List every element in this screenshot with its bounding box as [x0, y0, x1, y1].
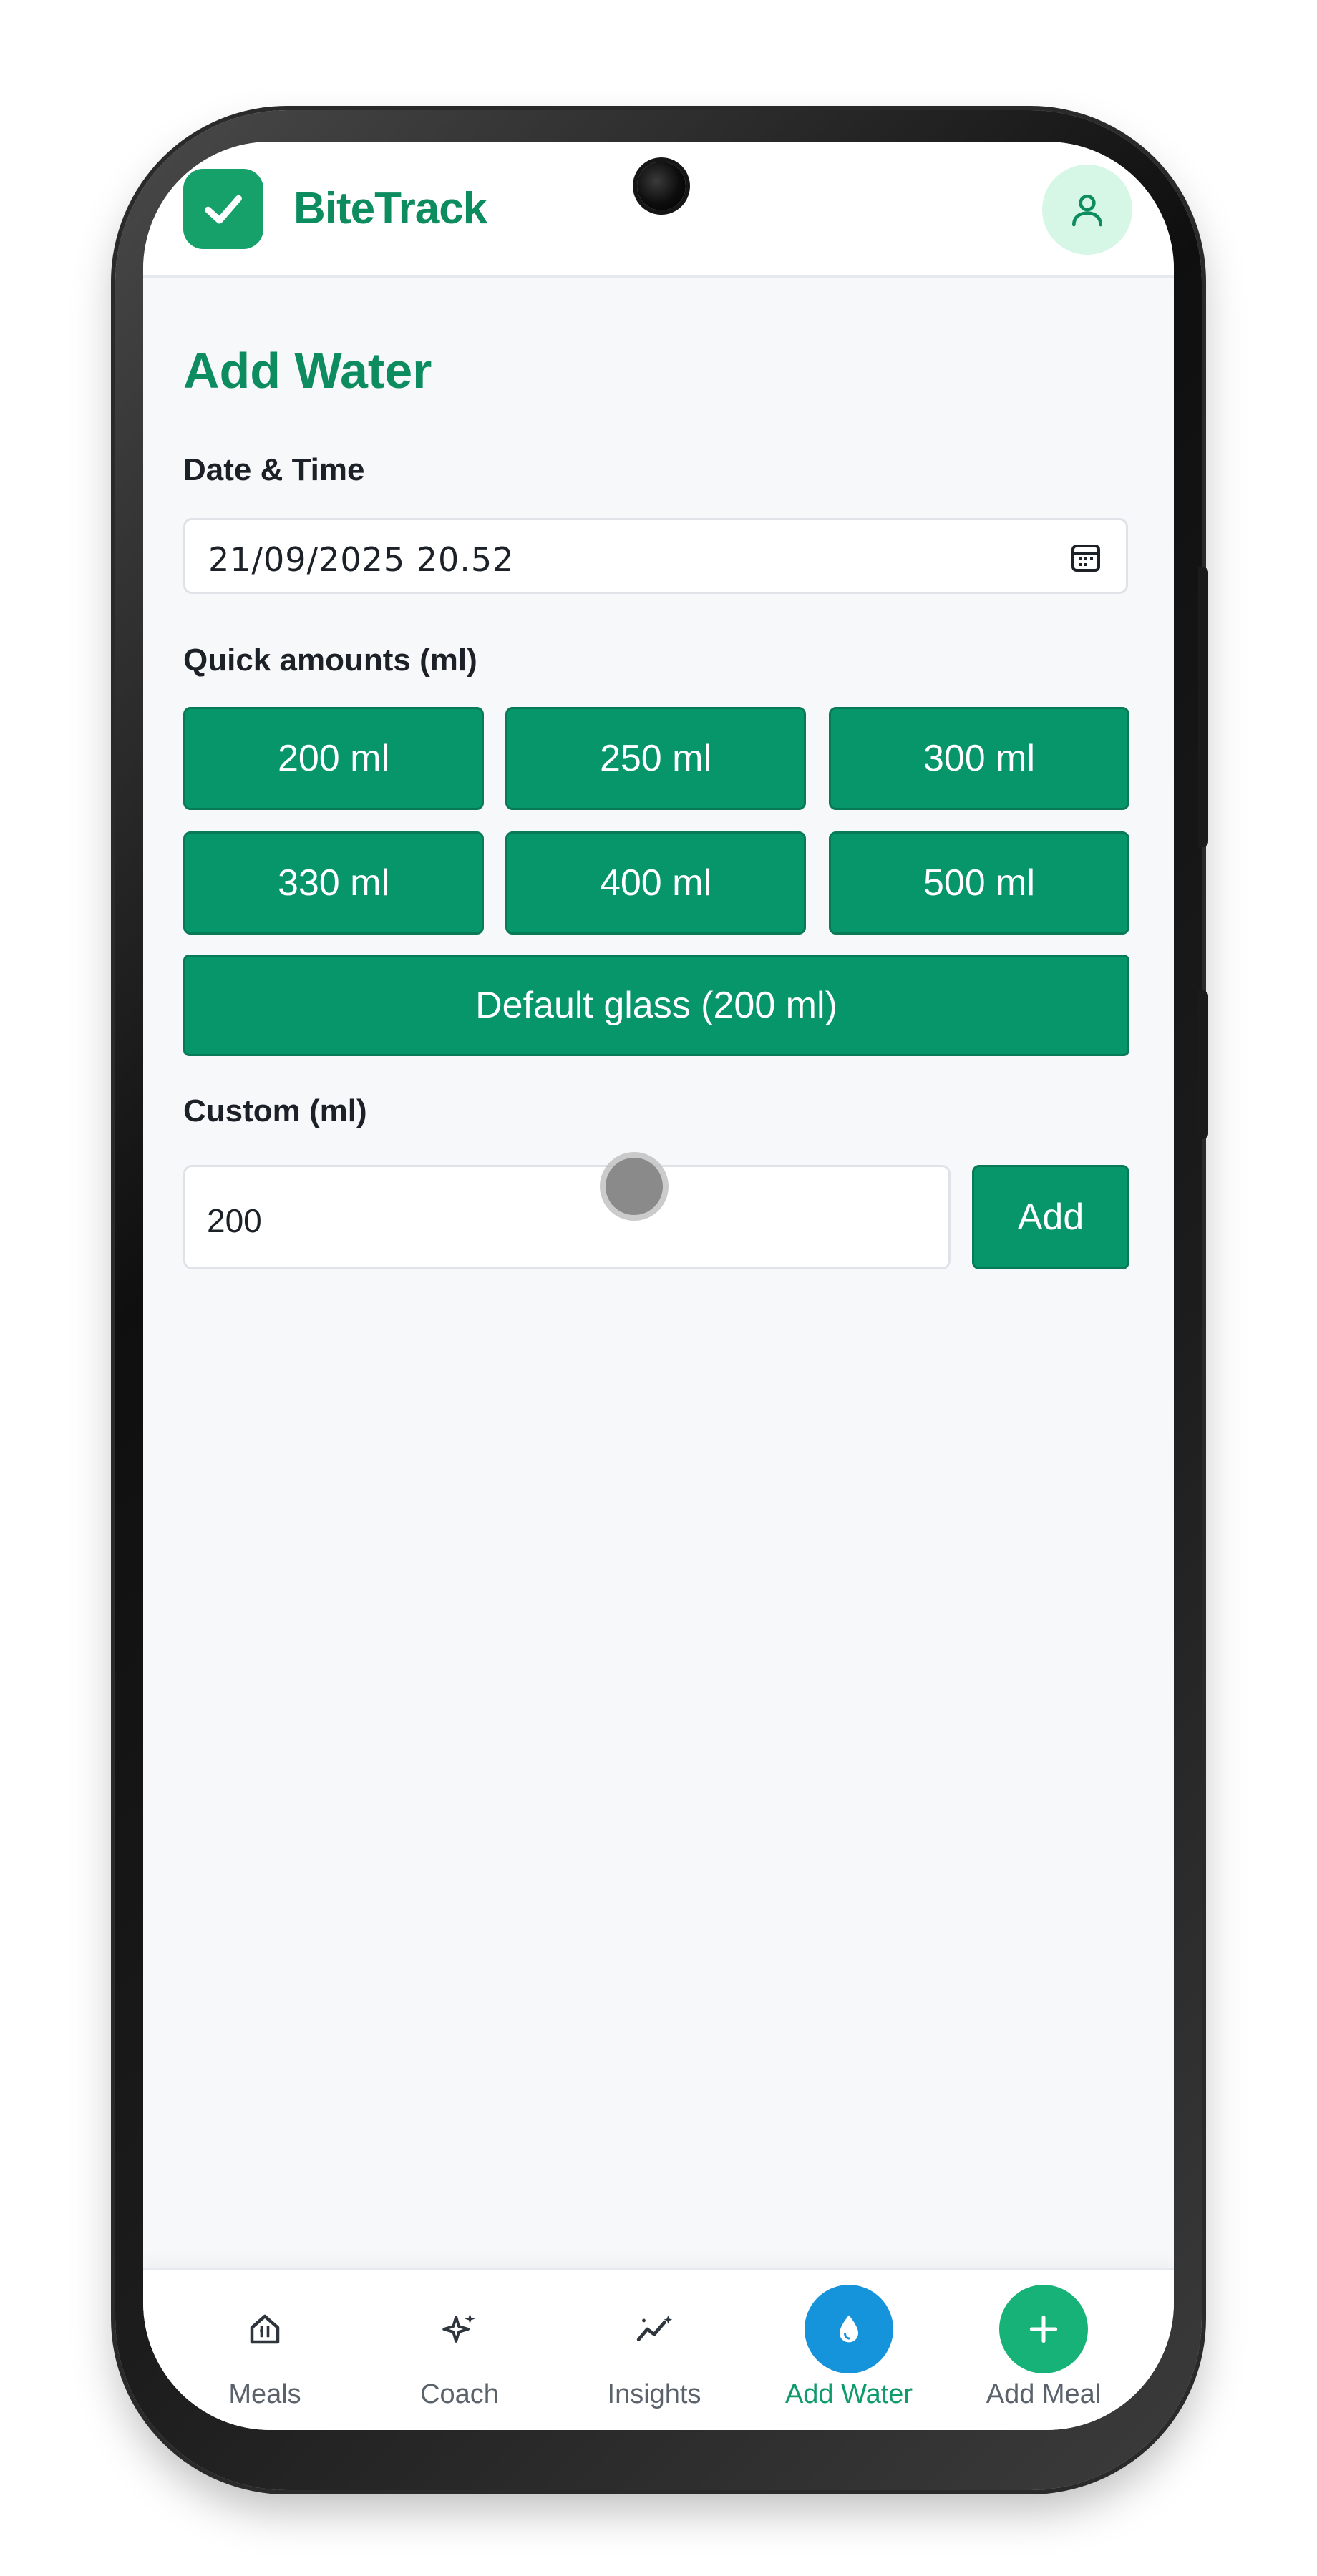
nav-coach[interactable]: Coach — [366, 2270, 553, 2430]
touch-indicator — [606, 1158, 663, 1215]
nav-label: Meals — [228, 2379, 301, 2409]
nav-insights[interactable]: Insights — [561, 2270, 747, 2430]
custom-amount-input[interactable]: 200 — [183, 1165, 951, 1269]
quick-amounts-label: Quick amounts (ml) — [183, 643, 477, 678]
nav-label: Add Meal — [986, 2379, 1102, 2409]
default-glass-button[interactable]: Default glass (200 ml) — [183, 955, 1129, 1056]
plus-icon — [999, 2285, 1088, 2373]
volume-button — [1198, 567, 1208, 847]
add-button[interactable]: Add — [972, 1165, 1129, 1269]
nav-add-meal[interactable]: Add Meal — [951, 2270, 1137, 2430]
nav-meals[interactable]: Meals — [172, 2270, 358, 2430]
power-button — [1198, 990, 1208, 1139]
quick-amount-button[interactable]: 200 ml — [183, 707, 484, 810]
custom-amount-value: 200 — [207, 1202, 262, 1239]
brand-name: BiteTrack — [293, 184, 487, 233]
home-icon — [229, 2293, 301, 2365]
nav-label: Add Water — [784, 2379, 913, 2409]
user-icon — [1072, 195, 1102, 227]
profile-button[interactable] — [1042, 165, 1132, 255]
date-time-label: Date & Time — [183, 452, 365, 487]
trend-icon — [618, 2293, 690, 2365]
nav-add-water[interactable]: Add Water — [756, 2270, 942, 2430]
page-title: Add Water — [183, 343, 432, 399]
date-time-value: 21/09/2025 20.52 — [208, 540, 515, 579]
sparkle-icon — [424, 2293, 495, 2365]
nav-label: Coach — [420, 2379, 499, 2409]
phone-screen: BiteTrack Add Water Date & Time 21/09/20… — [143, 142, 1174, 2430]
check-badge-icon[interactable] — [183, 169, 263, 249]
quick-amount-button[interactable]: 300 ml — [829, 707, 1129, 810]
quick-amount-button[interactable]: 330 ml — [183, 831, 484, 935]
front-camera — [637, 162, 686, 210]
date-time-input[interactable]: 21/09/2025 20.52 — [183, 518, 1128, 594]
custom-amount-label: Custom (ml) — [183, 1093, 367, 1128]
quick-amount-button[interactable]: 400 ml — [505, 831, 806, 935]
bottom-nav: Meals Coach Insights Add Water Add Meal — [143, 2268, 1174, 2430]
nav-label: Insights — [607, 2379, 701, 2409]
quick-amount-button[interactable]: 500 ml — [829, 831, 1129, 935]
water-drop-icon — [805, 2285, 893, 2373]
calendar-icon[interactable] — [1069, 540, 1103, 575]
quick-amount-button[interactable]: 250 ml — [505, 707, 806, 810]
